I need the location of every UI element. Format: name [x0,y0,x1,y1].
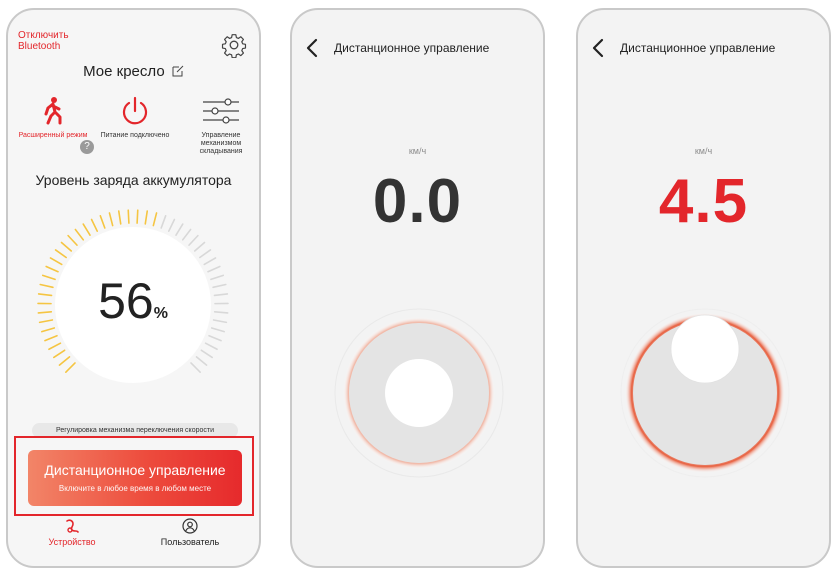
gauge-tick [83,224,90,235]
walking-person-icon [40,96,66,126]
edit-icon[interactable] [172,65,184,77]
device-icon [64,518,80,534]
remote-control-screen-active: Дистанционное управление км/ч 4.5 [576,8,831,568]
back-chevron-icon[interactable] [306,38,318,58]
gauge-tick [200,250,211,258]
gauge-tick [56,250,67,258]
remote-control-screen-idle: Дистанционное управление км/ч 0.0 [290,8,545,568]
remote-control-subtitle: Включите в любое время в любом месте [28,484,242,493]
speed-value: 0.0 [292,166,543,237]
gauge-tick [215,312,228,313]
gauge-tick [214,294,227,296]
gauge-tick [206,343,218,349]
gauge-tick [68,236,77,245]
gauge-tick [61,242,71,251]
gauge-tick [46,266,58,271]
gauge-tick [66,363,75,372]
remote-control-title: Дистанционное управление [28,462,242,478]
user-icon [182,518,198,534]
battery-gauge: 56% [28,200,238,410]
gauge-tick [109,213,112,226]
joystick[interactable] [334,308,504,478]
nav-device[interactable]: Устройство [22,518,122,547]
battery-percent-unit: % [154,305,168,322]
gauge-tick [161,216,165,228]
gauge-tick [209,336,221,341]
extended-mode-label: Расширенный режим [18,132,88,140]
gauge-tick [40,320,53,322]
chair-name: Мое кресло [83,63,165,80]
folding-control-button[interactable]: Управление механизмом складывания [186,96,256,156]
gauge-tick [54,350,65,357]
back-chevron-icon[interactable] [592,38,604,58]
gauge-tick [176,224,183,235]
power-label: Питание подключено [100,132,170,140]
page-title: Дистанционное управление [334,41,489,55]
gauge-tick [43,275,55,279]
help-icon[interactable]: ? [80,140,94,154]
gauge-tick [50,258,61,264]
gauge-tick [212,328,224,332]
gauge-tick [92,220,98,232]
disconnect-bluetooth-button[interactable]: Отключить Bluetooth [18,30,69,52]
gauge-tick [189,236,198,245]
nav-device-label: Устройство [22,537,122,547]
gauge-tick [45,336,57,341]
gauge-tick [38,312,51,313]
gauge-tick [153,213,156,226]
chair-title[interactable]: Мое кресло [8,63,259,80]
speed-unit: км/ч [578,146,829,156]
gauge-tick [169,220,175,232]
sliders-icon [201,96,241,126]
remote-control-button[interactable]: Дистанционное управление Включите в любо… [28,450,242,506]
gauge-tick [208,266,220,271]
gauge-tick [191,363,200,372]
gauge-tick [204,258,215,264]
speed-unit: км/ч [292,146,543,156]
gauge-tick [59,357,69,365]
battery-title: Уровень заряда аккумулятора [8,172,259,189]
gauge-tick [195,242,205,251]
battery-percent-value: 56 [98,273,154,329]
gauge-tick [75,229,83,239]
power-button[interactable]: Питание подключено [100,96,170,140]
gauge-tick [100,216,104,228]
page-title: Дистанционное управление [620,41,775,55]
nav-user[interactable]: Пользователь [140,518,240,547]
gauge-tick [39,294,52,296]
gauge-tick [211,275,223,279]
folding-control-label: Управление механизмом складывания [186,132,256,156]
gauge-tick [183,229,191,239]
gauge-tick [201,350,212,357]
settings-gear-icon[interactable] [221,32,247,58]
gauge-tick [42,328,54,332]
joystick[interactable] [620,308,790,478]
gauge-tick [213,285,226,288]
joystick-knob[interactable] [385,359,453,427]
power-icon [120,96,150,126]
nav-user-label: Пользователь [140,537,240,547]
joystick-knob[interactable] [671,315,739,383]
gauge-tick [214,320,227,322]
gauge-tick [119,211,121,224]
gauge-tick [40,285,53,288]
device-screen: Отключить Bluetooth Мое кресло Расширенн… [6,8,261,568]
bottom-nav: Устройство Пользователь [8,518,259,558]
speed-value: 4.5 [578,166,829,237]
extended-mode-button[interactable]: Расширенный режим [18,96,88,140]
gauge-tick [137,210,138,223]
gauge-tick [145,211,147,224]
gauge-tick [196,357,206,365]
gauge-tick [128,210,129,223]
gauge-tick [49,343,61,349]
